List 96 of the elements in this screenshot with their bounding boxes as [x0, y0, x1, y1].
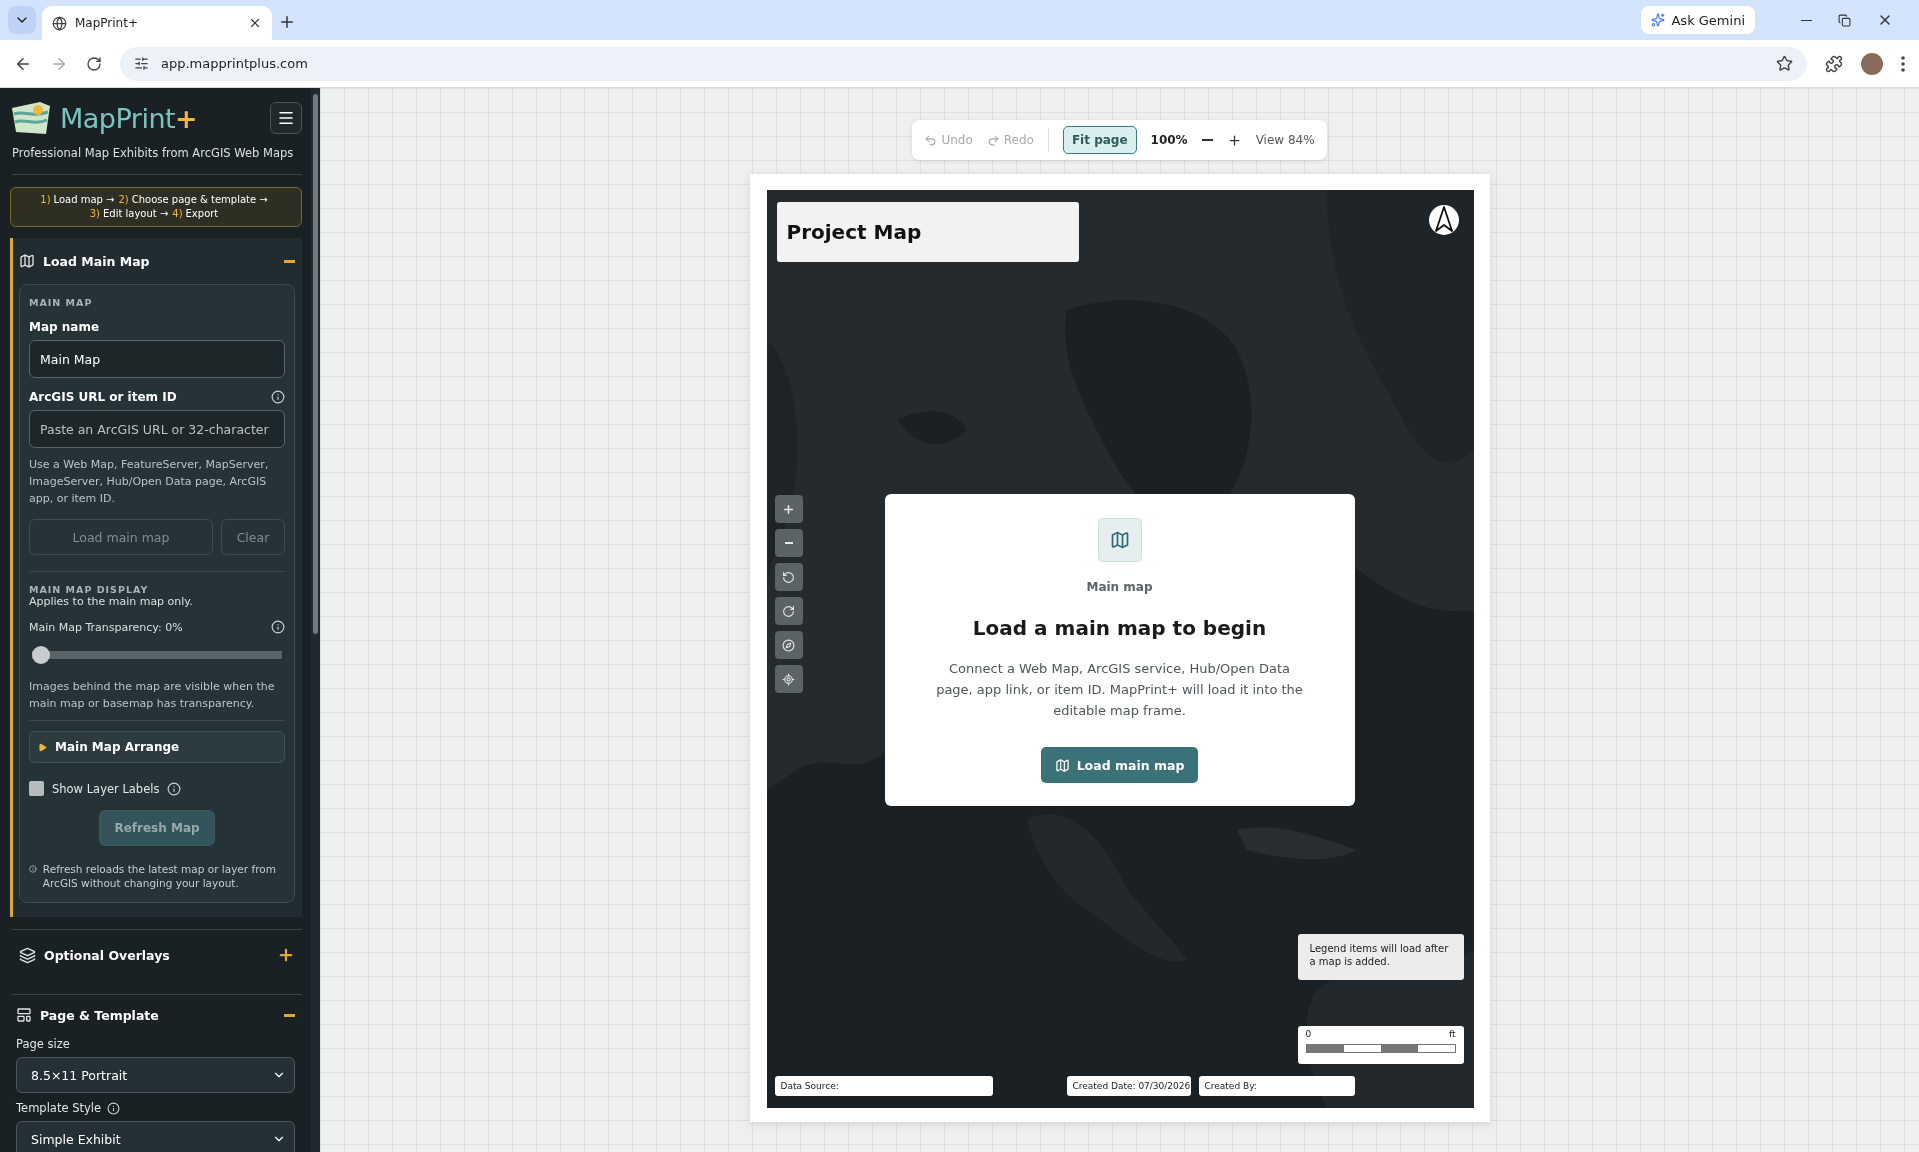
zoom-level: 100% [1150, 133, 1188, 147]
step-text: Export [185, 208, 219, 219]
created-by-field: Created By: [1198, 1076, 1355, 1096]
tab-search-button[interactable] [8, 6, 36, 34]
section-title[interactable]: Optional Overlays [44, 947, 269, 963]
scale-label: 0 [1305, 1029, 1312, 1040]
empty-state-heading: Load a main map to begin [972, 616, 1267, 640]
template-select[interactable]: Simple Exhibit [16, 1121, 295, 1152]
field-label: Map name [29, 320, 101, 334]
locate-icon [782, 672, 795, 686]
menu-button[interactable] [270, 102, 302, 134]
zoom-out-button[interactable] [774, 529, 803, 557]
globe-icon [52, 15, 67, 31]
undo-icon [924, 133, 938, 147]
star-icon[interactable] [1776, 55, 1793, 72]
map-icon [1097, 518, 1142, 562]
rotate-left-button[interactable] [774, 563, 803, 591]
info-icon[interactable] [107, 1101, 120, 1115]
app-logo-text: MapPrint+ [60, 102, 199, 134]
map-icon [1054, 757, 1070, 773]
map-logo-icon [10, 100, 52, 136]
checkbox[interactable] [29, 781, 44, 796]
browser-tab[interactable]: MapPrint+ [42, 6, 272, 40]
empty-state-text: Connect a Web Map, ArcGIS service, Hub/Open Data page, app link, or item ID. MapPrint+ will load it into the editable map frame. [935, 660, 1304, 720]
load-map-button[interactable]: Load main map [1040, 747, 1199, 783]
layout-icon [16, 1007, 32, 1023]
redo-icon [986, 133, 1000, 147]
menu-icon [277, 109, 295, 127]
section-title[interactable]: Page & Template [40, 1007, 276, 1023]
help-text: Use a Web Map, FeatureServer, MapServer, ImageServer, Hub/Open Data page, ArcGIS app, or item ID. [29, 457, 270, 507]
collapse-icon [284, 1013, 295, 1017]
help-text: Images behind the map are visible when the main map or basemap has transparency. [29, 679, 276, 712]
close-icon[interactable] [248, 16, 262, 30]
created-date-field: Created Date: 07/30/2026 [1066, 1076, 1191, 1096]
page-size-select[interactable]: 8.5×11 Portrait [16, 1057, 295, 1093]
rotate-right-button[interactable] [774, 597, 803, 625]
step-text: Load map → [53, 194, 115, 205]
group-label: MAIN MAP [29, 297, 94, 308]
zoom-in-button[interactable] [774, 495, 803, 523]
help-text: Refresh reloads the latest map or layer from ArcGIS without changing your layout. [42, 862, 277, 890]
reload-icon[interactable] [86, 55, 102, 72]
section-title[interactable]: Load Main Map [43, 253, 276, 269]
map-title[interactable]: Project Map [776, 202, 1079, 262]
info-icon[interactable] [271, 620, 285, 634]
transparency-label: Main Map Transparency: 0% [29, 620, 183, 634]
field-label: ArcGIS URL or item ID [29, 390, 177, 404]
triangle-icon [38, 742, 47, 752]
site-settings-icon[interactable] [134, 56, 149, 71]
plus-icon [782, 502, 795, 516]
profile-avatar[interactable] [1861, 52, 1883, 75]
address-bar[interactable]: app.mapprintplus.com [120, 46, 1807, 81]
url-text: app.mapprintplus.com [161, 56, 309, 71]
locate-button[interactable] [774, 665, 803, 693]
fit-page-button[interactable]: Fit page [1062, 126, 1137, 154]
step-text: Edit layout → [102, 208, 169, 219]
collapse-icon [284, 259, 295, 263]
info-icon[interactable] [167, 781, 182, 796]
restore-icon[interactable] [1838, 13, 1851, 27]
arrange-toggle[interactable]: Main Map Arrange [29, 731, 285, 763]
step-number: 4) [172, 208, 183, 219]
step-number: 1) [40, 194, 51, 205]
view-zoom: View 84% [1255, 133, 1315, 147]
compass-button[interactable] [774, 631, 803, 659]
compass-icon [782, 638, 795, 652]
layers-icon [19, 946, 36, 964]
puzzle-icon[interactable] [1825, 54, 1843, 73]
sparkle-icon [1651, 13, 1666, 27]
expand-icon [277, 946, 295, 964]
scale-unit: ft [1448, 1029, 1456, 1040]
slider-thumb[interactable] [32, 646, 50, 664]
legend-note: Legend items will load after a map is added. [1297, 934, 1464, 980]
new-tab-icon[interactable] [278, 13, 296, 31]
map-name-field[interactable]: Main Map [29, 340, 285, 378]
tab-title: MapPrint+ [75, 16, 139, 30]
step-number: 2) [118, 194, 129, 205]
minus-icon [784, 542, 793, 544]
field-label: Template Style [16, 1101, 101, 1115]
group-label: MAIN MAP DISPLAY [29, 584, 150, 595]
info-icon[interactable] [271, 390, 285, 404]
field-label: Page size [16, 1037, 70, 1051]
url-field[interactable]: Paste an ArcGIS URL or 32-character [29, 410, 285, 448]
map-icon [19, 253, 35, 269]
step-text: Choose page & template → [131, 194, 268, 205]
zoom-in-icon[interactable] [1226, 132, 1242, 148]
rotate-left-icon [782, 570, 795, 584]
checkbox-label: Show Layer Labels [52, 781, 160, 796]
step-number: 3) [89, 208, 100, 219]
help-text: Applies to the main map only. [29, 595, 194, 608]
data-source-field: Data Source: [774, 1076, 993, 1096]
info-icon [29, 862, 37, 876]
tagline: Professional Map Exhibits from ArcGIS Web Maps [12, 146, 302, 175]
ask-gemini-button[interactable]: Ask Gemini [1641, 6, 1755, 34]
rotate-right-icon [782, 604, 795, 618]
minimize-icon[interactable] [1801, 19, 1812, 21]
more-icon[interactable] [1901, 55, 1905, 72]
empty-state-caption: Main map [1086, 580, 1153, 594]
